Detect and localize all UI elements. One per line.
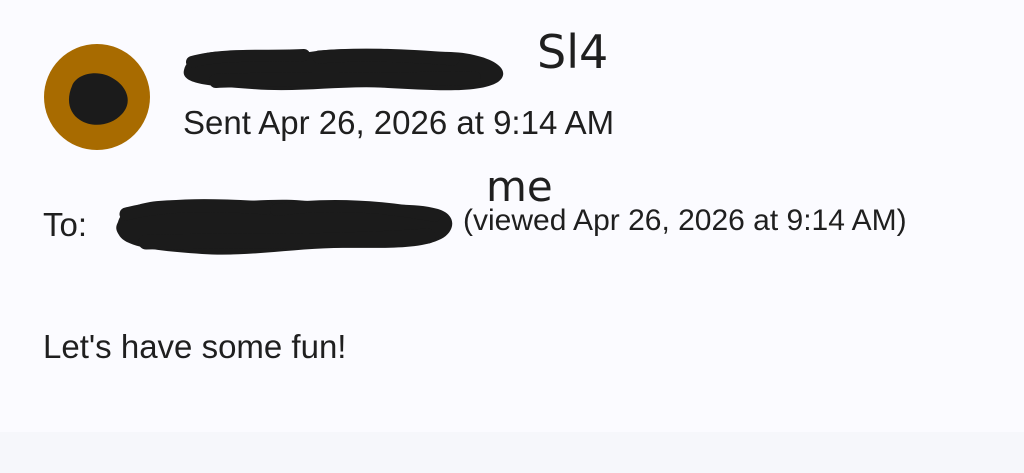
profile-avatar-icon xyxy=(44,44,150,150)
to-label: To: xyxy=(43,206,88,243)
recipient-redaction xyxy=(116,199,453,255)
message-card: Sl4 Sent Apr 26, 2026 at 9:14 AM To: me … xyxy=(0,0,1024,432)
viewed-timestamp: (viewed Apr 26, 2026 at 9:14 AM) xyxy=(463,204,907,237)
avatar-redaction-icon xyxy=(68,73,128,125)
footer-strip xyxy=(0,432,1024,473)
message-body: Let's have some fun! xyxy=(43,328,347,365)
sender-handwritten-note: Sl4 xyxy=(537,25,608,79)
sender-redaction xyxy=(183,48,504,91)
sent-timestamp: Sent Apr 26, 2026 at 9:14 AM xyxy=(183,104,615,141)
svg-text:Sl4: Sl4 xyxy=(537,25,608,79)
